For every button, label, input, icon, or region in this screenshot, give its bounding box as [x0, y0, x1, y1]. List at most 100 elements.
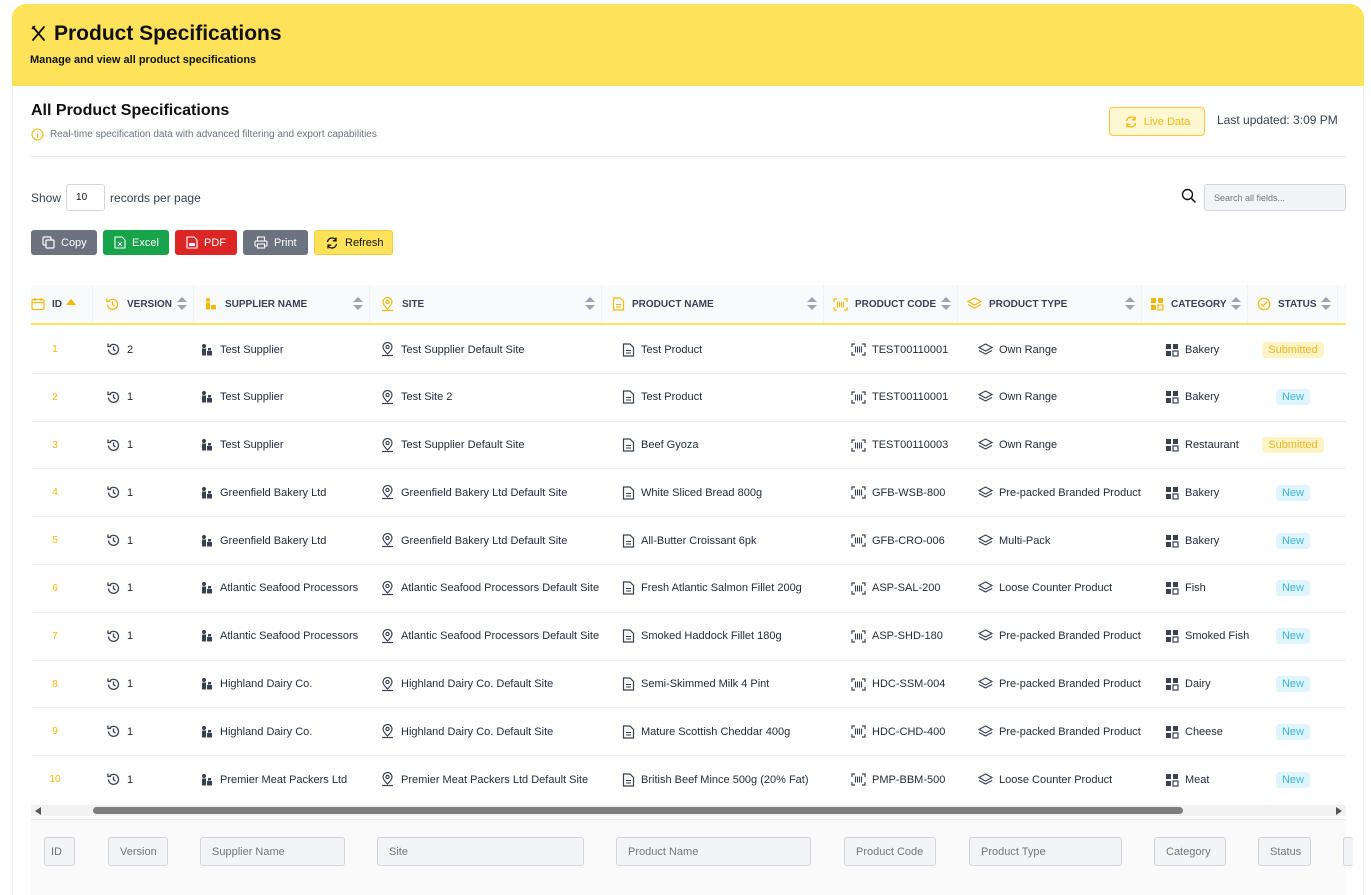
column-header-code[interactable]: PRODUCT CODE	[824, 285, 958, 323]
barcode-icon	[851, 773, 866, 786]
cell-type: Pre-packed Branded Product	[978, 469, 1153, 516]
cell-text: British Beef Mince 500g (20% Fat)	[641, 773, 809, 786]
supplier-icon	[200, 438, 214, 452]
cell-text: Test Supplier	[220, 439, 284, 452]
cell-version: 1	[106, 661, 186, 708]
filter-id-input[interactable]	[44, 837, 75, 866]
column-header-type[interactable]: PRODUCT TYPE	[958, 285, 1142, 323]
location-icon	[380, 342, 395, 357]
layers-icon	[978, 486, 993, 500]
document-icon	[622, 342, 635, 357]
supplier-icon	[200, 773, 214, 787]
column-header-product[interactable]: PRODUCT NAME	[602, 285, 824, 323]
layers-icon	[978, 438, 993, 452]
cell-code: HDC-CHD-400	[851, 708, 961, 755]
column-header-featured[interactable]	[1338, 285, 1346, 323]
search-input[interactable]	[1204, 184, 1346, 211]
history-icon	[106, 581, 121, 596]
status-badge: Submitted	[1262, 341, 1324, 358]
column-header-category[interactable]: CATEGORY	[1142, 285, 1248, 323]
table-row[interactable]: 9 1 Highland Dairy Co. Highland Dairy Co. D…	[31, 708, 1346, 757]
filter-site-input[interactable]	[377, 837, 584, 866]
scrollbar-thumb[interactable]	[93, 807, 1183, 814]
cell-text: Beef Gyoza	[641, 439, 699, 452]
cell-product: All-Butter Croissant 6pk	[622, 517, 822, 564]
column-header-version[interactable]: VERSION	[93, 285, 194, 323]
cell-code: HDC-SSM-004	[851, 661, 961, 708]
table-row[interactable]: 7 1 Atlantic Seafood Processors Atlantic Se…	[31, 613, 1346, 661]
cell-type: Loose Counter Product	[978, 565, 1153, 612]
print-button[interactable]: Print	[243, 230, 308, 255]
cell-site: Highland Dairy Co. Default Site	[380, 708, 605, 755]
scroll-left-arrow-icon[interactable]	[35, 807, 41, 815]
layers-icon	[978, 677, 993, 691]
horizontal-scrollbar[interactable]	[31, 805, 1346, 816]
filter-version-input[interactable]	[108, 837, 168, 866]
table-row[interactable]: 1 2 Test Supplier Test Supplier Default Sit…	[31, 326, 1346, 374]
cell-text: Test Supplier	[220, 391, 284, 404]
cell-text: 8	[52, 678, 58, 690]
cell-site: Greenfield Bakery Ltd Default Site	[380, 469, 605, 516]
per-page-input[interactable]	[66, 184, 106, 211]
live-data-badge[interactable]: Live Data	[1109, 107, 1205, 136]
cell-text: Bakery	[1185, 486, 1220, 499]
excel-button[interactable]: Excel	[103, 230, 169, 255]
refresh-button[interactable]: Refresh	[314, 230, 393, 255]
table-row[interactable]: 10 1 Premier Meat Packers Ltd Premier Meat …	[31, 756, 1346, 802]
category-icon	[1150, 297, 1164, 311]
cell-text: Smoked Fish	[1185, 630, 1250, 643]
supplier-icon	[200, 534, 214, 548]
cell-id: 5	[31, 517, 79, 564]
table-row[interactable]: 4 1 Greenfield Bakery Ltd Greenfield Bakery…	[31, 469, 1346, 518]
cell-version: 1	[106, 613, 186, 660]
cell-category: Bakery	[1165, 326, 1255, 373]
column-filters	[31, 819, 1353, 895]
copy-button[interactable]: Copy	[31, 230, 97, 255]
cell-text: 1	[127, 439, 134, 452]
cell-supplier: Highland Dairy Co.	[200, 708, 370, 755]
filter-category-input[interactable]	[1154, 837, 1226, 866]
filter-status-input[interactable]	[1258, 837, 1311, 866]
cell-text: Test Product	[641, 391, 703, 404]
cell-text: Highland Dairy Co.	[220, 725, 313, 738]
table-row[interactable]: 2 1 Test Supplier Test Site 2 Test Product TE…	[31, 374, 1346, 422]
table-row[interactable]: 6 1 Atlantic Seafood Processors Atlantic Se…	[31, 565, 1346, 613]
column-header-site[interactable]: SITE	[370, 285, 602, 323]
table-row[interactable]: 3 1 Test Supplier Test Supplier Default Sit…	[31, 422, 1346, 470]
cell-id: 6	[31, 565, 79, 612]
filter-type-input[interactable]	[969, 837, 1122, 866]
cell-category: Fish	[1165, 565, 1255, 612]
column-header-supplier[interactable]: SUPPLIER NAME	[194, 285, 370, 323]
table-row[interactable]: 5 1 Greenfield Bakery Ltd Greenfield Bakery…	[31, 517, 1346, 565]
filter-featured-input[interactable]	[1343, 837, 1353, 866]
table-row[interactable]: 8 1 Highland Dairy Co. Highland Dairy Co. D…	[31, 661, 1346, 709]
cell-supplier: Greenfield Bakery Ltd	[200, 517, 370, 564]
scroll-right-arrow-icon[interactable]	[1336, 807, 1342, 815]
location-icon	[380, 724, 395, 739]
history-icon	[106, 772, 121, 787]
column-header-id[interactable]: ID	[31, 285, 93, 323]
document-icon	[622, 677, 635, 691]
live-data-label: Live Data	[1143, 115, 1191, 128]
filter-code-input[interactable]	[844, 837, 936, 866]
card-subtitle: Real-time specification data with advanc…	[50, 129, 377, 140]
pdf-button[interactable]: PDF	[175, 230, 237, 255]
column-header-status[interactable]: STATUS	[1248, 285, 1338, 323]
cell-text: 1	[127, 678, 134, 691]
barcode-icon	[851, 486, 866, 499]
show-label: Show	[31, 190, 62, 205]
cell-product: Test Product	[622, 326, 822, 373]
filter-supplier-input[interactable]	[200, 837, 345, 866]
document-icon	[622, 534, 635, 548]
cell-text: Own Range	[999, 391, 1058, 404]
cell-category: Bakery	[1165, 517, 1255, 564]
cell-status: New	[1248, 374, 1338, 421]
history-icon	[106, 629, 121, 644]
filter-product-input[interactable]	[616, 837, 811, 866]
status-badge: New	[1275, 676, 1310, 693]
cell-text: HDC-CHD-400	[872, 725, 946, 738]
cell-product: Smoked Haddock Fillet 180g	[622, 613, 822, 660]
sort-ascending-icon	[66, 299, 76, 305]
per-page-suffix: records per page	[110, 190, 201, 205]
cell-text: Own Range	[999, 439, 1058, 452]
